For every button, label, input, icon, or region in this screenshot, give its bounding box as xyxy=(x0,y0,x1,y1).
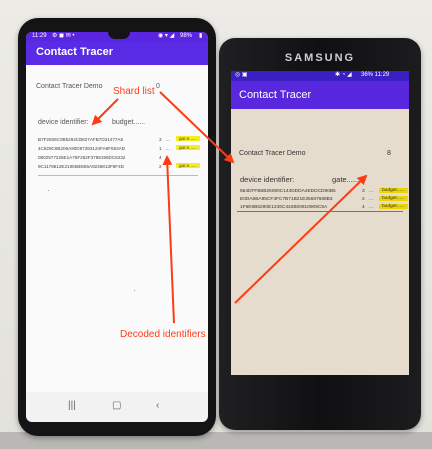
arrow-to-left-list xyxy=(91,98,119,126)
arrow-to-left-decoded xyxy=(162,155,175,324)
annotation-arrows xyxy=(91,91,368,324)
arrow-to-right-list xyxy=(159,91,235,164)
shard-list-label: Shard list xyxy=(113,86,155,97)
decoded-identifiers-label: Decoded identifiers xyxy=(120,329,206,340)
arrow-to-right-decoded xyxy=(234,174,368,304)
